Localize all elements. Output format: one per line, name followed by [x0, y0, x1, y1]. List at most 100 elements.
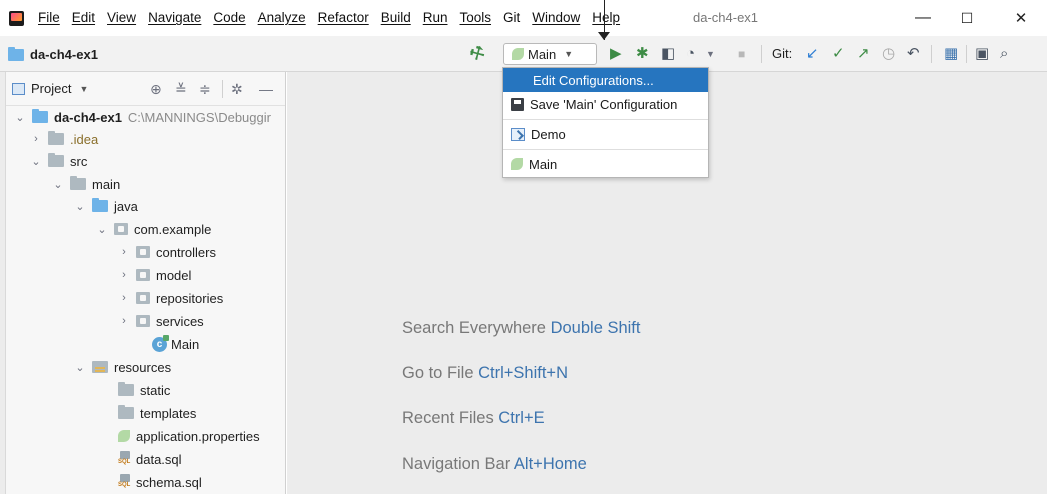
chevron-down-icon[interactable]: ⌄: [28, 155, 44, 168]
tree-label-java: java: [114, 198, 138, 214]
project-folder-icon: [8, 46, 24, 61]
project-structure-icon[interactable]: ▦: [944, 45, 958, 63]
stop-icon[interactable]: ■: [738, 45, 745, 63]
profile-icon[interactable]: ◔: [686, 45, 695, 63]
chevron-down-icon[interactable]: ⌄: [72, 361, 88, 374]
coverage-icon[interactable]: ◧: [661, 45, 675, 63]
tree-item-services[interactable]: › services: [116, 310, 204, 332]
menu-view[interactable]: View: [101, 10, 142, 26]
menu-tools[interactable]: Tools: [454, 10, 498, 26]
chevron-down-icon[interactable]: ⌄: [72, 200, 88, 213]
terminal-window-icon[interactable]: ▣: [975, 45, 989, 63]
breadcrumb[interactable]: da-ch4-ex1: [8, 46, 98, 62]
menu-help[interactable]: Help: [586, 10, 626, 26]
hint-navigation-bar: Navigation Bar Alt+Home: [402, 455, 587, 474]
more-run-chevron-icon[interactable]: ▼: [706, 45, 715, 63]
chevron-right-icon[interactable]: ›: [116, 269, 132, 281]
config-item-main[interactable]: Main: [503, 152, 708, 176]
hint-shortcut: Ctrl+E: [498, 409, 545, 427]
hide-panel-icon[interactable]: —: [259, 81, 273, 97]
run-icon[interactable]: ▶: [610, 45, 622, 63]
application-config-icon: [511, 127, 525, 141]
menu-git[interactable]: Git: [497, 10, 526, 26]
package-icon: [136, 269, 150, 281]
search-icon[interactable]: ⌕: [1000, 45, 1008, 63]
locate-target-icon[interactable]: ⊕: [150, 81, 162, 98]
menu-refactor[interactable]: Refactor: [312, 10, 375, 26]
folder-icon: [70, 176, 86, 190]
hint-shortcut: Double Shift: [550, 319, 641, 337]
tree-label-model: model: [156, 267, 192, 283]
tree-label-src: src: [70, 153, 88, 169]
tree-item-src[interactable]: ⌄ src: [28, 150, 87, 172]
edit-configurations-item[interactable]: Edit Configurations...: [503, 68, 708, 92]
save-configuration-label: Save 'Main' Configuration: [530, 96, 678, 112]
tree-label-resources: resources: [114, 359, 172, 375]
tree-label-package: com.example: [134, 221, 212, 237]
tree-item-package[interactable]: ⌄ com.example: [94, 218, 211, 240]
tree-label-app-props: application.properties: [136, 428, 260, 444]
chevron-down-icon[interactable]: ⌄: [50, 178, 66, 191]
save-configuration-item[interactable]: Save 'Main' Configuration: [503, 92, 708, 116]
expand-all-icon[interactable]: ≚: [175, 81, 187, 98]
gear-icon[interactable]: ✲: [231, 81, 243, 98]
collapse-all-icon[interactable]: ≑: [199, 81, 211, 98]
menu-file[interactable]: File: [32, 10, 66, 26]
hint-text: Go to File: [402, 364, 474, 382]
git-update-icon[interactable]: ↙: [806, 45, 819, 63]
chevron-right-icon[interactable]: ›: [116, 315, 132, 327]
menu-navigate[interactable]: Navigate: [142, 10, 207, 26]
tree-item-resources[interactable]: ⌄ resources: [72, 356, 171, 378]
toolbar-divider: [931, 45, 932, 63]
tree-item-schema-sql[interactable]: schema.sql: [118, 471, 202, 493]
debug-bug-icon[interactable]: ✱: [636, 45, 649, 63]
menu-window[interactable]: Window: [526, 10, 586, 26]
chevron-down-icon[interactable]: ⌄: [12, 111, 28, 124]
maximize-button[interactable]: ☐: [949, 6, 985, 30]
tree-item-idea[interactable]: › .idea: [28, 128, 98, 150]
config-item-demo[interactable]: Demo: [503, 122, 708, 146]
tree-item-main[interactable]: ⌄ main: [50, 173, 120, 195]
chevron-right-icon[interactable]: ›: [116, 292, 132, 304]
tree-item-model[interactable]: › model: [116, 264, 191, 286]
rollback-icon[interactable]: ↶: [907, 45, 920, 63]
history-clock-icon[interactable]: ◷: [882, 45, 895, 63]
menu-build[interactable]: Build: [375, 10, 417, 26]
git-push-icon[interactable]: ↗: [857, 45, 870, 63]
tree-label-main: main: [92, 176, 121, 192]
chevron-right-icon[interactable]: ›: [28, 133, 44, 145]
hint-recent-files: Recent Files Ctrl+E: [402, 409, 545, 428]
tree-item-templates[interactable]: templates: [118, 402, 196, 424]
tree-label-templates: templates: [140, 405, 197, 421]
package-icon: [114, 223, 128, 235]
menu-run[interactable]: Run: [417, 10, 454, 26]
tree-item-root[interactable]: ⌄ da-ch4-ex1 C:\MANNINGS\Debuggir: [12, 106, 271, 128]
tree-item-data-sql[interactable]: data.sql: [118, 448, 182, 470]
git-commit-check-icon[interactable]: ✓: [832, 45, 845, 63]
chevron-down-icon: ▼: [79, 83, 89, 94]
menu-analyze[interactable]: Analyze: [252, 10, 312, 26]
breadcrumb-project-name: da-ch4-ex1: [30, 47, 98, 62]
tree-item-static[interactable]: static: [118, 379, 170, 401]
spring-properties-icon: [118, 430, 130, 442]
tree-item-application-properties[interactable]: application.properties: [118, 425, 260, 447]
minimize-button[interactable]: —: [905, 6, 941, 30]
project-view-selector[interactable]: Project ▼: [12, 81, 88, 96]
menu-edit[interactable]: Edit: [66, 10, 101, 26]
tree-item-repositories[interactable]: › repositories: [116, 287, 223, 309]
build-hammer-icon[interactable]: ⚒: [466, 42, 489, 67]
close-button[interactable]: ✕: [1003, 6, 1039, 30]
chevron-right-icon[interactable]: ›: [116, 246, 132, 258]
chevron-down-icon[interactable]: ⌄: [94, 223, 110, 236]
run-config-selector[interactable]: Main ▼: [503, 43, 597, 65]
package-icon: [136, 246, 150, 258]
project-panel-header: Project ▼ ⊕ ≚ ≑ ✲ —: [6, 72, 285, 106]
tree-item-main-class[interactable]: c Main: [152, 333, 199, 355]
popup-divider: [503, 149, 708, 150]
menu-code[interactable]: Code: [207, 10, 251, 26]
annotation-arrow-icon: [598, 32, 610, 40]
tree-item-controllers[interactable]: › controllers: [116, 241, 216, 263]
edit-configurations-label: Edit Configurations...: [533, 72, 654, 88]
main-menu: File Edit View Navigate Code Analyze Ref…: [32, 10, 626, 26]
tree-item-java[interactable]: ⌄ java: [72, 195, 138, 217]
